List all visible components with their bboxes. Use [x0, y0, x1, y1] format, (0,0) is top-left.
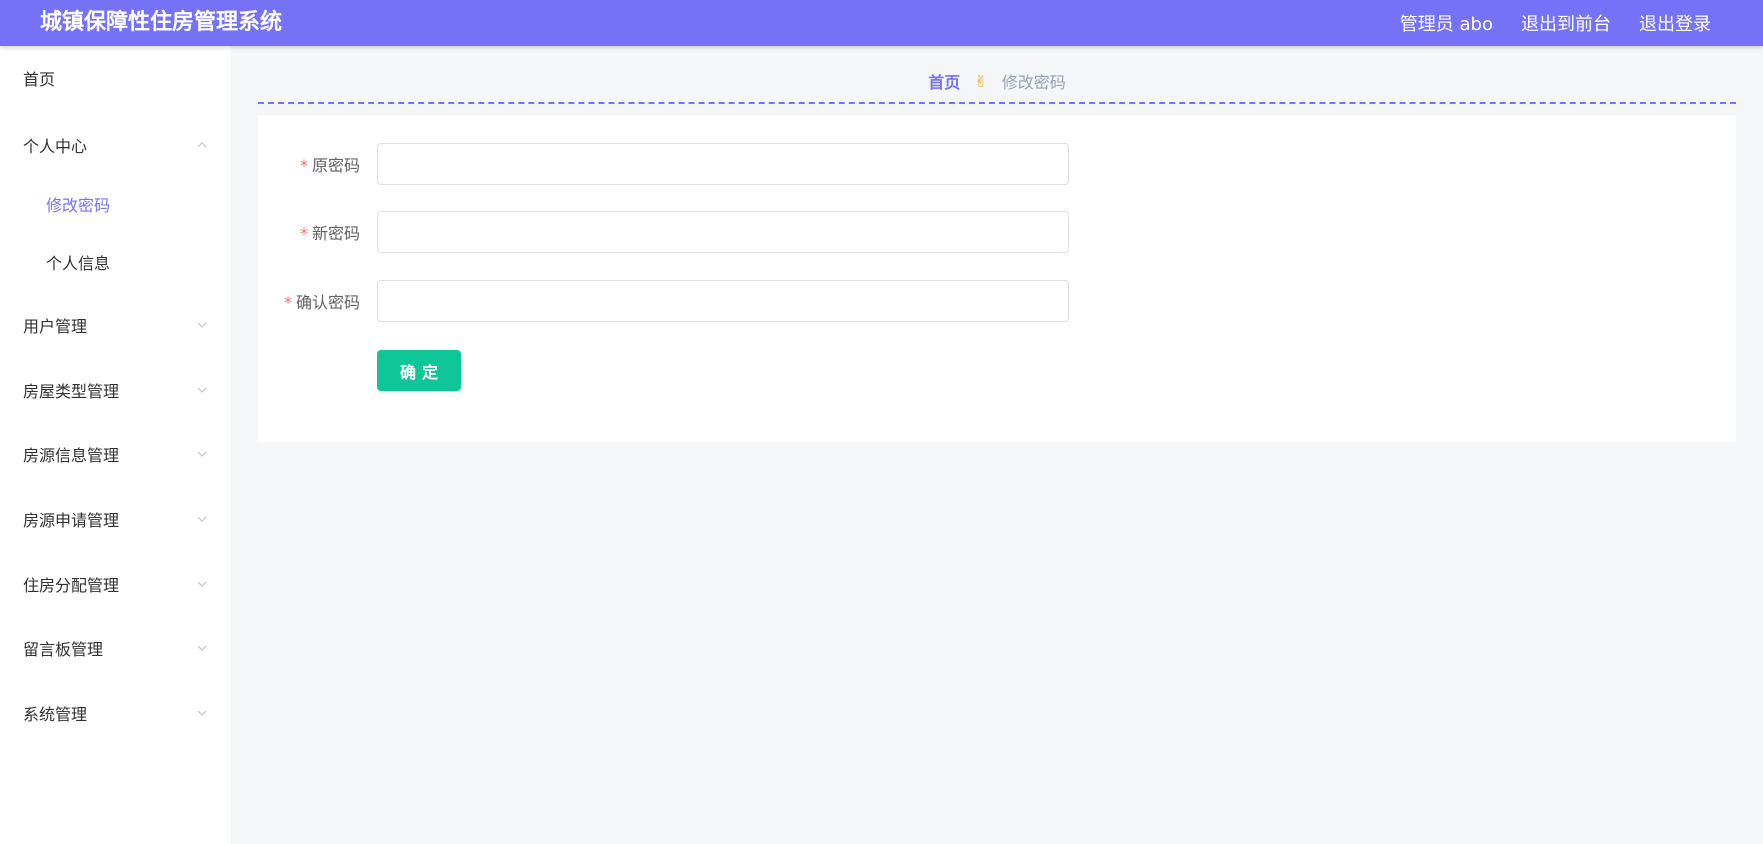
- new-password-label: * 新密码: [299, 224, 360, 243]
- confirm-password-label: * 确认密码: [283, 293, 360, 312]
- chevron-down-icon: [196, 513, 208, 525]
- sidebar-item-personal-center[interactable]: 个人中心: [0, 125, 231, 165]
- sidebar: 首页 个人中心 修改密码 个人信息 用户管理 房屋类型管理 房源信息管理 房源申…: [0, 46, 231, 844]
- chevron-down-icon: [196, 642, 208, 654]
- sidebar-item-listing-info-management[interactable]: 房源信息管理: [0, 434, 231, 474]
- header-links: 管理员 abo 退出到前台 退出登录: [1372, 0, 1711, 46]
- sidebar-item-label: 修改密码: [46, 196, 111, 215]
- sidebar-item-label: 住房分配管理: [23, 576, 120, 595]
- confirm-password-input[interactable]: [377, 280, 1069, 322]
- sidebar-item-personal-info[interactable]: 个人信息: [0, 242, 231, 282]
- required-mark: *: [299, 156, 308, 175]
- sidebar-item-label: 个人信息: [46, 254, 111, 273]
- sidebar-item-label: 系统管理: [23, 705, 88, 724]
- sidebar-item-listing-application-management[interactable]: 房源申请管理: [0, 499, 231, 539]
- sidebar-item-label: 个人中心: [23, 137, 88, 156]
- new-password-input[interactable]: [377, 211, 1069, 253]
- sidebar-item-home[interactable]: 首页: [0, 58, 231, 98]
- chevron-down-icon: [196, 384, 208, 396]
- sidebar-item-label: 房源信息管理: [23, 446, 120, 465]
- admin-user-link[interactable]: 管理员 abo: [1400, 10, 1493, 36]
- app-title: 城镇保障性住房管理系统: [40, 10, 283, 35]
- required-mark: *: [299, 224, 308, 243]
- confirm-button[interactable]: 确定: [377, 350, 461, 391]
- sidebar-item-label: 留言板管理: [23, 640, 104, 659]
- top-header: 城镇保障性住房管理系统 管理员 abo 退出到前台 退出登录: [0, 0, 1763, 46]
- sidebar-item-label: 用户管理: [23, 317, 88, 336]
- chevron-down-icon: [196, 448, 208, 460]
- new-password-row: * 新密码: [258, 211, 1736, 253]
- sidebar-item-label: 首页: [23, 70, 56, 89]
- sidebar-item-system-management[interactable]: 系统管理: [0, 693, 231, 733]
- exit-to-frontend-link[interactable]: 退出到前台: [1521, 10, 1611, 36]
- required-mark: *: [283, 293, 292, 312]
- sidebar-item-message-board-management[interactable]: 留言板管理: [0, 628, 231, 668]
- sidebar-item-house-type-management[interactable]: 房屋类型管理: [0, 370, 231, 410]
- sidebar-item-change-password[interactable]: 修改密码: [0, 184, 231, 224]
- breadcrumb-home-link[interactable]: 首页: [928, 69, 960, 93]
- chevron-down-icon: [196, 707, 208, 719]
- old-password-row: * 原密码: [258, 143, 1736, 185]
- sidebar-item-label: 房源申请管理: [23, 511, 120, 530]
- breadcrumb-current: 修改密码: [1001, 73, 1066, 92]
- logout-link[interactable]: 退出登录: [1639, 10, 1711, 36]
- sidebar-item-label: 房屋类型管理: [23, 382, 120, 401]
- confirm-password-row: * 确认密码: [258, 280, 1736, 322]
- breadcrumb: 首页 ✌ 修改密码: [258, 62, 1736, 104]
- sidebar-item-user-management[interactable]: 用户管理: [0, 305, 231, 345]
- chevron-down-icon: [196, 578, 208, 590]
- victory-hand-icon: ✌: [974, 71, 988, 91]
- chevron-down-icon: [196, 319, 208, 331]
- sidebar-item-housing-allocation-management[interactable]: 住房分配管理: [0, 564, 231, 604]
- old-password-label: * 原密码: [299, 156, 360, 175]
- chevron-up-icon: [196, 139, 208, 151]
- old-password-input[interactable]: [377, 143, 1069, 185]
- change-password-form-panel: * 原密码 * 新密码 * 确认密码: [258, 115, 1736, 442]
